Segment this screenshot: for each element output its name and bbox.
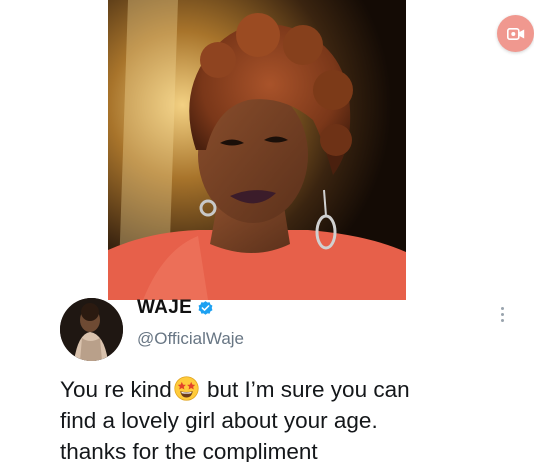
video-record-icon: [506, 27, 524, 40]
tweet-photo[interactable]: [108, 0, 406, 300]
menu-dot: [500, 312, 504, 316]
verified-badge-icon: [198, 300, 213, 315]
display-name[interactable]: WAJE: [137, 297, 214, 319]
more-vertical-icon[interactable]: [493, 302, 511, 326]
tweet-text-segment: but I’m sure you can: [200, 377, 410, 402]
avatar-image: [60, 298, 123, 361]
tweet-text-segment: You re kind: [60, 377, 172, 402]
menu-dot: [500, 306, 504, 310]
portrait-image: [108, 0, 406, 300]
star-struck-emoji: [174, 376, 199, 401]
tweet-text: You re kind but I’m sure you can find a …: [60, 374, 530, 462]
menu-dot: [500, 318, 504, 322]
avatar[interactable]: [60, 298, 123, 361]
display-name-text: WAJE: [137, 297, 193, 318]
tweet-screenshot: WAJE @OfficialWaje You re kind but I’m s…: [0, 0, 534, 462]
tweet-text-line-3: thanks for the compliment: [60, 439, 318, 462]
screen-record-button[interactable]: [497, 15, 534, 52]
user-handle[interactable]: @OfficialWaje: [137, 329, 244, 349]
tweet-text-line-1: You re kind but I’m sure you can: [60, 374, 530, 405]
tweet-text-line-2: find a lovely girl about your age.: [60, 408, 378, 433]
